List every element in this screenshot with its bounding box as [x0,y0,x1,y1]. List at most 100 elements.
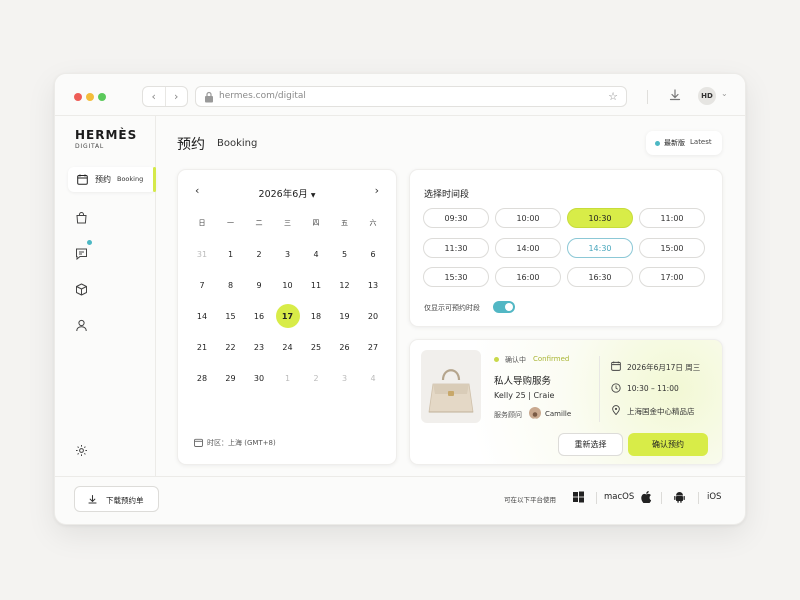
only-available-toggle[interactable] [493,301,515,313]
timeslot-button[interactable]: 10:00 [495,208,561,228]
apple-icon[interactable] [641,491,652,503]
weekday-header: 日 [198,219,206,227]
timeslot-button[interactable]: 11:30 [423,238,489,258]
calendar-day[interactable]: 3 [275,241,301,267]
android-icon[interactable] [674,491,685,503]
history-nav: ‹ › [142,86,188,107]
calendar-day[interactable]: 9 [246,272,272,298]
timeslot-button[interactable]: 16:30 [567,267,633,287]
weekday-header: 二 [255,219,263,227]
timezone-info: 时区：上海 (GMT+8) [194,438,276,448]
windows-icon[interactable] [573,491,584,503]
status-label-cn: 确认中 [505,356,526,364]
calendar-day[interactable]: 11 [303,272,329,298]
box-icon[interactable] [75,283,88,296]
calendar-day[interactable]: 18 [303,303,329,329]
download-icon[interactable] [668,88,682,102]
product-image [421,350,481,423]
chevron-down-icon[interactable]: ⌄ [721,89,728,98]
forward-button[interactable]: › [166,87,188,106]
calendar-day[interactable]: 27 [360,334,386,360]
weekday-header: 一 [227,219,234,227]
calendar-day: 1 [284,373,291,383]
calendar-day[interactable]: 24 [275,334,301,360]
calendar-day[interactable]: 7 [189,272,215,298]
timezone-label: 时区：上海 (GMT+8) [207,439,276,447]
lock-icon [205,91,213,103]
calendar-day[interactable]: 19 [332,303,358,329]
timeslot-button[interactable]: 09:30 [423,208,489,228]
timeslot-button[interactable]: 17:00 [639,267,705,287]
download-booking-button[interactable]: 下载预约单 [74,486,159,512]
brand-logo[interactable]: HERMÈS DIGITAL [75,128,137,150]
calendar-day[interactable]: 25 [303,334,329,360]
calendar-day[interactable]: 15 [218,303,244,329]
notification-dot [87,240,92,245]
calendar-day[interactable]: 22 [218,334,244,360]
divider [599,356,600,422]
macos-label[interactable]: macOS [604,492,634,502]
booking-date: 2026年6月17日 周三 [627,363,701,372]
calendar-day: 3 [341,373,348,383]
calendar-day-selected[interactable]: 17 [275,304,300,328]
calendar-day[interactable]: 8 [218,272,244,298]
calendar-day[interactable]: 28 [189,365,215,391]
calendar-day[interactable]: 13 [360,272,386,298]
calendar-small-icon [194,438,203,447]
calendar-day[interactable]: 1 [218,241,244,267]
ios-label[interactable]: iOS [707,492,721,502]
confirm-booking-button[interactable]: 确认预约 [628,433,708,456]
status-dot [494,357,499,362]
calendar-day[interactable]: 4 [303,241,329,267]
calendar-day[interactable]: 23 [246,334,272,360]
message-icon[interactable] [75,247,88,260]
calendar-day[interactable]: 5 [332,241,358,267]
service-name: 私人导购服务 [494,376,552,387]
reselect-button[interactable]: 重新选择 [558,433,623,456]
month-selector[interactable]: 2026年6月 ▼ [178,186,396,200]
maximize-window-button[interactable] [98,93,106,101]
close-window-button[interactable] [74,93,82,101]
calendar-day[interactable]: 30 [246,365,272,391]
active-indicator [153,167,156,192]
calendar-day[interactable]: 2 [246,241,272,267]
user-avatar[interactable]: HD [698,87,716,105]
sidebar-item-booking[interactable]: 预约 Booking [68,167,156,192]
minimize-window-button[interactable] [86,93,94,101]
calendar-day[interactable]: 10 [275,272,301,298]
divider [596,492,597,504]
divider [661,492,662,504]
latest-version-badge[interactable]: 最新版 Latest [646,131,722,155]
calendar-day[interactable]: 26 [332,334,358,360]
calendar-day: 31 [196,249,208,259]
shopping-bag-icon[interactable] [75,211,88,224]
calendar-day[interactable]: 21 [189,334,215,360]
weekday-header: 六 [369,219,377,227]
handbag-icon [428,369,474,413]
timeslot-button-selected[interactable]: 10:30 [567,208,633,228]
timeslot-button[interactable]: 15:30 [423,267,489,287]
calendar-day[interactable]: 16 [246,303,272,329]
page-subtitle: Booking [217,138,258,149]
calendar-day[interactable]: 29 [218,365,244,391]
app-window: ‹ › hermes.com/digital ☆ HD ⌄ HERMÈS DIG… [54,73,746,525]
timeslot-button[interactable]: 15:00 [639,238,705,258]
timeslot-button[interactable]: 16:00 [495,267,561,287]
back-button[interactable]: ‹ [143,87,166,106]
booking-location: 上海国金中心精品店 [627,407,695,416]
profile-icon[interactable] [75,319,88,332]
calendar-day[interactable]: 14 [189,303,215,329]
settings-gear-icon[interactable] [75,444,88,457]
next-month-button[interactable]: › [375,184,379,197]
timeslot-button[interactable]: 14:00 [495,238,561,258]
calendar-day[interactable]: 12 [332,272,358,298]
timeslot-button-hovered[interactable]: 14:30 [567,238,633,258]
address-bar[interactable]: hermes.com/digital ☆ [195,86,627,107]
calendar-day[interactable]: 20 [360,303,386,329]
calendar-day[interactable]: 6 [360,241,386,267]
booking-time: 10:30 – 11:00 [627,384,679,393]
location-pin-icon [612,405,620,415]
bookmark-star-icon[interactable]: ☆ [608,90,618,103]
timeslot-button[interactable]: 11:00 [639,208,705,228]
sidebar: HERMÈS DIGITAL 预约 Booking [55,116,156,476]
